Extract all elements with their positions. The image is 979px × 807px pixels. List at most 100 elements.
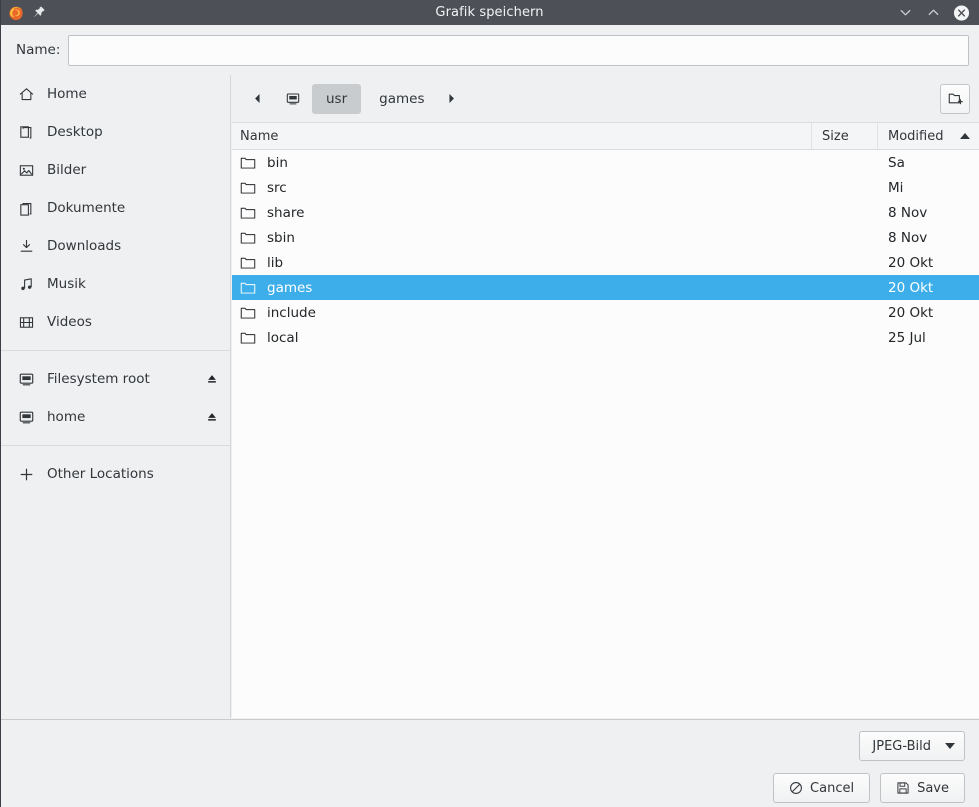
table-row[interactable]: include 20 Okt xyxy=(232,300,979,325)
column-header-size[interactable]: Size xyxy=(812,123,878,149)
table-row[interactable]: games 20 Okt xyxy=(232,275,979,300)
music-icon xyxy=(17,275,36,294)
minimize-button[interactable] xyxy=(897,4,914,21)
sidebar-item-label: Filesystem root xyxy=(47,371,150,387)
window-title: Grafik speichern xyxy=(435,5,544,20)
cancel-button-label: Cancel xyxy=(810,780,855,796)
file-type-select[interactable]: JPEG-Bild xyxy=(859,731,965,761)
table-row[interactable]: sbin 8 Nov xyxy=(232,225,979,250)
filename-input[interactable] xyxy=(68,34,969,66)
sidebar-item-label: Videos xyxy=(47,314,92,330)
sidebar-item-downloads[interactable]: Downloads xyxy=(0,227,230,265)
no-entry-icon xyxy=(789,781,803,795)
caret-right-icon[interactable] xyxy=(438,86,464,112)
breadcrumb-usr[interactable]: usr xyxy=(312,83,362,114)
sidebar-item-musik[interactable]: Musik xyxy=(0,265,230,303)
file-name-label: games xyxy=(267,279,313,296)
sidebar-item-other-locations[interactable]: Other Locations xyxy=(0,455,230,493)
column-header-name[interactable]: Name xyxy=(232,123,812,149)
eject-icon[interactable] xyxy=(204,409,220,425)
folder-icon xyxy=(240,280,258,296)
sidebar-item-filesystem-root[interactable]: Filesystem root xyxy=(0,360,230,398)
save-button-label: Save xyxy=(917,780,949,796)
folder-icon xyxy=(240,155,258,171)
file-modified-cell: 8 Nov xyxy=(888,229,928,246)
cancel-button[interactable]: Cancel xyxy=(773,773,871,803)
file-modified-cell: Mi xyxy=(888,179,904,196)
file-browser-pane: usr games Name Size Modified bin Sa src … xyxy=(232,75,979,718)
sidebar-item-label: Downloads xyxy=(47,238,122,254)
sidebar-item-label: Dokumente xyxy=(47,200,126,216)
sidebar-divider xyxy=(0,350,230,351)
pin-icon[interactable] xyxy=(32,5,47,20)
drive-icon xyxy=(17,370,36,389)
save-button[interactable]: Save xyxy=(880,773,965,803)
file-name-cell: include xyxy=(232,305,812,321)
floppy-disk-icon xyxy=(896,781,910,795)
file-modified-cell: 25 Jul xyxy=(888,329,926,346)
file-name-cell: lib xyxy=(232,255,812,271)
table-row[interactable]: local 25 Jul xyxy=(232,325,979,350)
table-row[interactable]: bin Sa xyxy=(232,150,979,175)
file-name-cell: games xyxy=(232,280,812,296)
folder-icon xyxy=(240,180,258,196)
window-left-border xyxy=(0,0,1,807)
file-name-label: src xyxy=(267,179,287,196)
sidebar-item-label: Bilder xyxy=(47,162,87,178)
sidebar-item-dokumente[interactable]: Dokumente xyxy=(0,189,230,227)
sidebar-item-label: Home xyxy=(47,86,87,102)
save-image-dialog: Grafik speichern Name: Home Desktop Bild… xyxy=(0,0,979,807)
folder-icon xyxy=(240,305,258,321)
computer-icon[interactable] xyxy=(278,85,308,113)
sidebar-item-label: home xyxy=(47,409,86,425)
file-modified-cell: 20 Okt xyxy=(888,304,934,321)
column-header-modified[interactable]: Modified xyxy=(878,123,979,149)
folder-icon xyxy=(240,205,258,221)
desktop-icon xyxy=(17,123,36,142)
places-sidebar[interactable]: Home Desktop Bilder Dokumente Downloads xyxy=(0,75,231,718)
file-name-cell: share xyxy=(232,205,812,221)
videos-icon xyxy=(17,313,36,332)
name-row: Name: xyxy=(0,25,979,75)
caret-left-icon[interactable] xyxy=(244,86,270,112)
sidebar-item-label: Musik xyxy=(47,276,86,292)
column-headers: Name Size Modified xyxy=(232,122,979,150)
sidebar-item-home-device[interactable]: home xyxy=(0,398,230,436)
sidebar-item-label: Other Locations xyxy=(47,466,154,482)
file-modified-cell: Sa xyxy=(888,154,905,171)
file-list[interactable]: bin Sa src Mi share 8 Nov sbin 8 Nov lib… xyxy=(232,150,979,718)
title-bar: Grafik speichern xyxy=(0,0,979,25)
eject-icon[interactable] xyxy=(204,371,220,387)
table-row[interactable]: share 8 Nov xyxy=(232,200,979,225)
name-label: Name: xyxy=(16,42,61,58)
downloads-icon xyxy=(17,237,36,256)
file-name-cell: src xyxy=(232,180,812,196)
path-bar: usr games xyxy=(232,75,979,122)
sidebar-item-label: Desktop xyxy=(47,124,103,140)
title-bar-left-icons xyxy=(0,5,110,21)
pictures-icon xyxy=(17,161,36,180)
sidebar-item-home[interactable]: Home xyxy=(0,75,230,113)
firefox-icon xyxy=(8,5,24,21)
file-name-label: local xyxy=(267,329,299,346)
file-type-value: JPEG-Bild xyxy=(872,738,931,754)
plus-icon xyxy=(17,465,36,484)
breadcrumb-games[interactable]: games xyxy=(365,84,438,114)
table-row[interactable]: src Mi xyxy=(232,175,979,200)
close-button[interactable] xyxy=(953,4,970,21)
sort-ascending-icon xyxy=(960,133,970,139)
file-name-cell: bin xyxy=(232,155,812,171)
home-icon xyxy=(17,85,36,104)
file-name-label: lib xyxy=(267,254,284,271)
sidebar-item-videos[interactable]: Videos xyxy=(0,303,230,341)
file-modified-cell: 8 Nov xyxy=(888,204,928,221)
sidebar-item-bilder[interactable]: Bilder xyxy=(0,151,230,189)
column-header-modified-label: Modified xyxy=(888,128,944,144)
table-row[interactable]: lib 20 Okt xyxy=(232,250,979,275)
sidebar-item-desktop[interactable]: Desktop xyxy=(0,113,230,151)
new-folder-button[interactable] xyxy=(940,83,970,114)
dialog-footer: JPEG-Bild Cancel Save xyxy=(0,719,979,807)
file-modified-cell: 20 Okt xyxy=(888,254,934,271)
maximize-button[interactable] xyxy=(925,4,942,21)
window-controls xyxy=(869,4,979,21)
